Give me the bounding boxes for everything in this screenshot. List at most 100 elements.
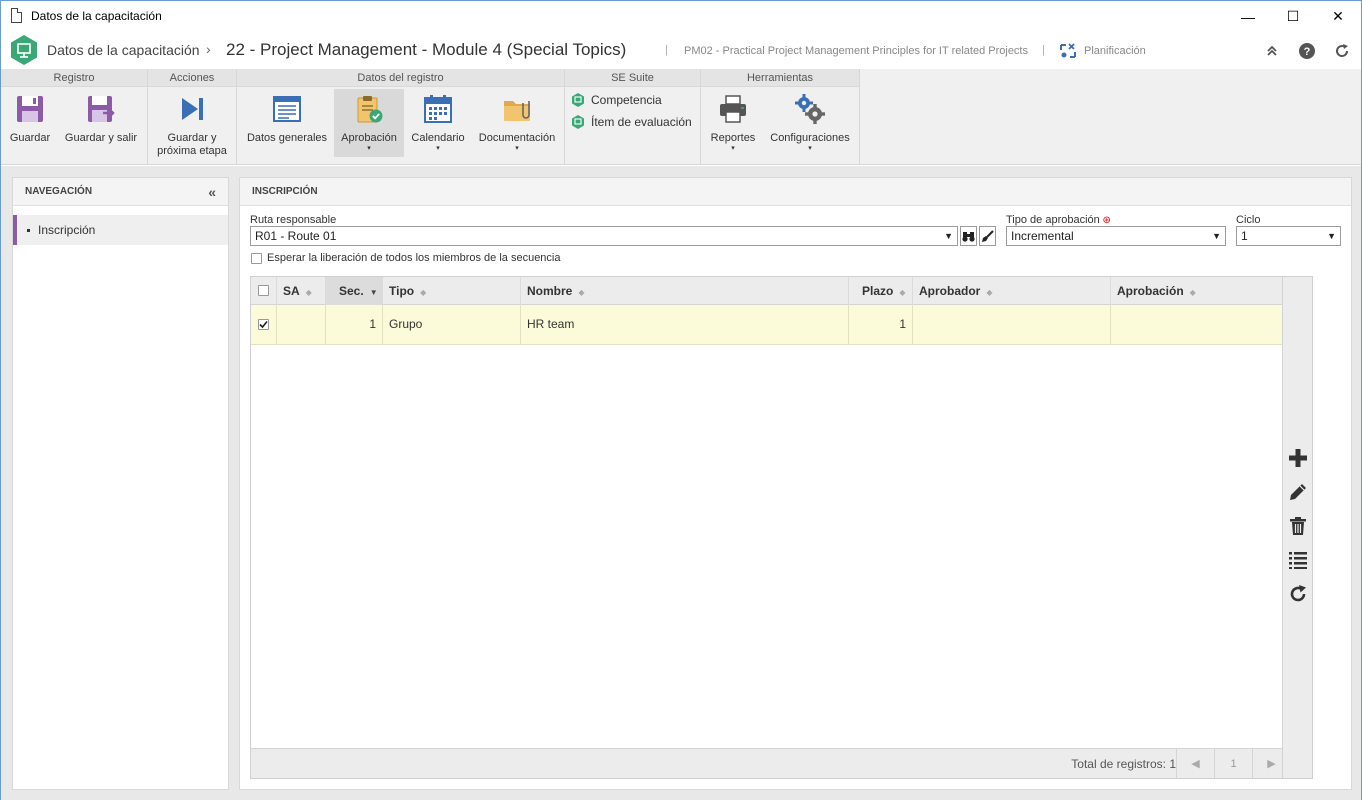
prev-page-button[interactable]: ◀	[1176, 749, 1214, 778]
main-panel: INSCRIPCIÓN Ruta responsable R01 - Route…	[239, 177, 1352, 790]
required-icon: ⊛	[1099, 215, 1111, 226]
save-and-exit-button[interactable]: Guardar y salir	[59, 89, 143, 157]
calendar-button[interactable]: Calendario ▾	[405, 89, 471, 157]
total-records: Total de registros: 1	[1071, 757, 1176, 771]
column-header-sa[interactable]: SA ◆	[277, 277, 326, 305]
maximize-button[interactable]: ☐	[1270, 1, 1316, 32]
general-data-button[interactable]: Datos generales	[241, 89, 333, 157]
approval-type-select[interactable]: Incremental ▼	[1006, 226, 1226, 246]
add-button[interactable]	[1287, 447, 1309, 469]
cycle-select[interactable]: 1 ▼	[1236, 226, 1341, 246]
evaluation-item-link[interactable]: Ítem de evaluación	[571, 113, 692, 131]
form-window-icon	[273, 96, 301, 122]
column-header-sec[interactable]: Sec. ▼	[326, 277, 383, 305]
row-checkbox[interactable]	[258, 319, 269, 330]
ribbon-group-title: Datos del registro	[237, 69, 564, 87]
header-divider: |	[1042, 44, 1045, 56]
plus-icon	[1289, 449, 1307, 467]
save-exit-icon	[88, 96, 115, 122]
refresh-icon[interactable]	[1332, 41, 1352, 61]
trash-icon	[1290, 517, 1306, 535]
cell-aprobacion	[1111, 305, 1309, 344]
calendar-label: Calendario	[411, 132, 465, 144]
settings-button[interactable]: Configuraciones ▾	[765, 89, 855, 157]
search-route-button[interactable]	[960, 226, 977, 246]
dropdown-caret-icon: ▾	[436, 145, 440, 152]
competence-link[interactable]: Competencia	[571, 91, 662, 109]
column-label: Nombre	[527, 284, 573, 298]
section-title: INSCRIPCIÓN	[240, 178, 1351, 206]
reports-label: Reportes	[710, 132, 756, 144]
dropdown-caret-icon: ▾	[367, 145, 371, 152]
save-button[interactable]: Guardar	[5, 89, 55, 157]
ribbon-toolbar: Registro Guardar Guardar y salir Accione…	[1, 69, 1361, 165]
pencil-icon	[1290, 484, 1306, 500]
select-all-cell	[251, 277, 277, 305]
column-label: SA	[283, 284, 300, 298]
planning-link[interactable]: Planificación	[1084, 45, 1146, 57]
route-value: R01 - Route 01	[255, 229, 337, 243]
save-label: Guardar	[9, 132, 51, 144]
next-page-icon: ▶	[1267, 758, 1276, 770]
cycle-value: 1	[1241, 229, 1248, 243]
nav-item-inscripcion[interactable]: Inscripción	[13, 215, 228, 245]
reports-button[interactable]: Reportes ▾	[705, 89, 761, 157]
column-header-aprobacion[interactable]: Aprobación ◆	[1111, 277, 1309, 305]
approval-type-label: Tipo de aprobación ⊛	[1006, 214, 1111, 226]
window-title: Datos de la capacitación	[31, 9, 162, 23]
table-row[interactable]: 1 Grupo HR team 1	[251, 305, 1309, 345]
reload-button[interactable]	[1287, 583, 1309, 605]
evaluation-item-icon	[572, 115, 584, 129]
breadcrumb-parent[interactable]: Datos de la capacitación	[47, 42, 200, 58]
content-area: NAVEGACIÓN « Inscripción INSCRIPCIÓN Rut…	[1, 166, 1361, 800]
close-button[interactable]: ✕	[1315, 1, 1361, 32]
approval-button[interactable]: Aprobación ▾	[334, 89, 404, 157]
settings-label: Configuraciones	[770, 132, 850, 144]
bullet-icon	[27, 229, 30, 233]
clear-route-button[interactable]	[979, 226, 996, 246]
minimize-button[interactable]: —	[1225, 1, 1271, 32]
edit-button[interactable]	[1287, 481, 1309, 503]
general-data-label: Datos generales	[246, 132, 328, 144]
collapse-left-icon[interactable]: «	[208, 178, 216, 206]
ribbon-group-title: SE Suite	[565, 69, 700, 87]
evaluation-item-label: Ítem de evaluación	[591, 115, 692, 129]
competence-label: Competencia	[591, 93, 662, 107]
column-header-plazo[interactable]: Plazo ◆	[849, 277, 913, 305]
delete-button[interactable]	[1287, 515, 1309, 537]
title-bar: Datos de la capacitación — ☐ ✕	[1, 1, 1361, 32]
wait-release-checkbox[interactable]	[251, 253, 262, 264]
select-all-checkbox[interactable]	[258, 285, 269, 296]
ribbon-group-title: Registro	[1, 69, 147, 87]
gears-icon	[795, 94, 825, 124]
column-header-nombre[interactable]: Nombre ◆	[521, 277, 849, 305]
save-next-step-button[interactable]: Guardar y próxima etapa	[152, 89, 232, 157]
column-label: Aprobación	[1117, 284, 1184, 298]
route-select[interactable]: R01 - Route 01 ▼	[250, 226, 958, 246]
collapse-up-icon[interactable]	[1262, 41, 1282, 61]
column-header-aprobador[interactable]: Aprobador ◆	[913, 277, 1111, 305]
next-step-icon	[182, 98, 203, 120]
sort-icon: ◆	[578, 288, 585, 297]
approval-label: Aprobación	[341, 132, 397, 144]
documentation-button[interactable]: Documentación ▾	[473, 89, 561, 157]
breadcrumb-separator: ›	[206, 41, 211, 57]
ribbon-group-title: Acciones	[148, 69, 236, 87]
binoculars-icon	[962, 231, 975, 242]
course-subtitle: PM02 - Practical Project Management Prin…	[684, 45, 1028, 57]
ribbon-group-datos-registro: Datos del registro Datos generales Aprob…	[237, 69, 565, 164]
dropdown-arrow-icon: ▼	[944, 231, 953, 241]
cell-plazo: 1	[849, 305, 913, 344]
cell-sa	[277, 305, 326, 344]
minimize-icon: —	[1241, 8, 1255, 25]
planning-icon	[1060, 43, 1076, 58]
dropdown-arrow-icon: ▼	[1327, 231, 1336, 241]
column-header-tipo[interactable]: Tipo ◆	[383, 277, 521, 305]
competence-icon	[572, 93, 584, 107]
list-view-button[interactable]	[1287, 549, 1309, 571]
clipboard-check-icon	[357, 96, 383, 123]
sort-icon: ◆	[986, 288, 993, 297]
check-icon	[259, 320, 268, 329]
approval-type-label-text: Tipo de aprobación	[1006, 214, 1100, 226]
help-icon[interactable]: ?	[1297, 41, 1317, 61]
